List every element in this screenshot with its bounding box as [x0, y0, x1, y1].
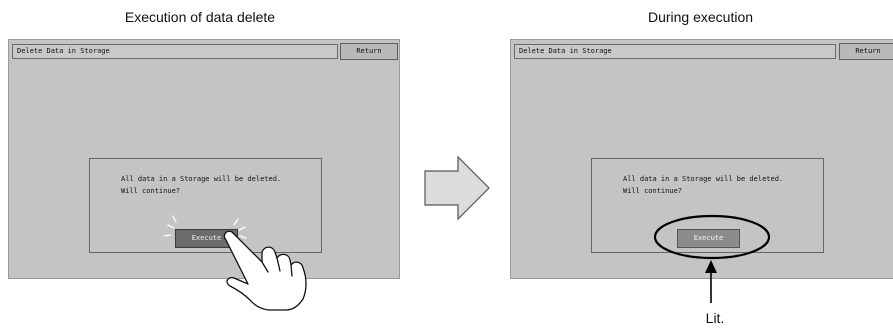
up-arrow-icon — [705, 260, 717, 303]
lit-label: Lit. — [705, 310, 725, 326]
highlight-ellipse — [653, 214, 771, 260]
annotation-overlay — [163, 155, 771, 311]
pointing-hand-icon — [223, 230, 307, 311]
right-arrow-icon — [424, 155, 490, 221]
